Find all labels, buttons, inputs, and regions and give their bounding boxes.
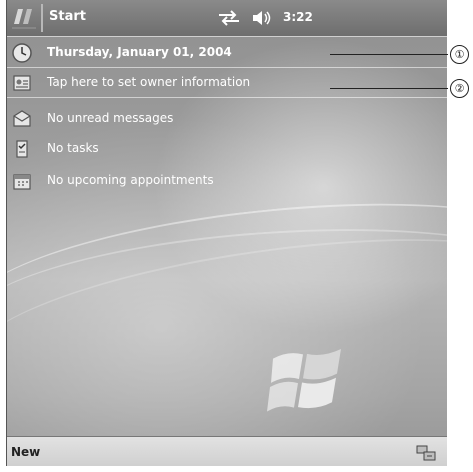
messages-label: No unread messages — [47, 111, 174, 125]
owner-info-label: Tap here to set owner information — [47, 75, 251, 89]
callout-marker: ② — [450, 79, 469, 98]
today-screen: Start 3:22 Thursday, January 01, 2004 Ta… — [6, 0, 447, 466]
background-swoosh — [7, 211, 447, 395]
today-item-owner[interactable]: Tap here to set owner information — [7, 68, 447, 98]
today-item-date[interactable]: Thursday, January 01, 2004 — [7, 38, 447, 68]
callout-line — [330, 54, 448, 55]
command-bar: New — [7, 436, 447, 466]
appointments-icon — [11, 170, 33, 192]
today-item-appointments[interactable]: No upcoming appointments — [7, 166, 447, 196]
clock[interactable]: 3:22 — [283, 10, 313, 24]
background-swoosh — [7, 179, 447, 383]
windows-logo-icon — [263, 338, 351, 418]
messages-icon — [11, 108, 33, 130]
calendar-icon — [11, 42, 33, 64]
item-divider — [7, 97, 447, 98]
title-bar: Start 3:22 — [7, 0, 447, 37]
title-separator — [41, 4, 43, 32]
new-button[interactable]: New — [11, 445, 40, 459]
background-swoosh — [7, 208, 447, 434]
tasks-label: No tasks — [47, 141, 99, 155]
connectivity-icon[interactable] — [217, 10, 241, 26]
start-menu-title[interactable]: Start — [49, 9, 86, 24]
appointments-label: No upcoming appointments — [47, 173, 214, 187]
callout-line — [330, 88, 448, 89]
callout-marker: ① — [450, 45, 469, 64]
today-item-messages[interactable]: No unread messages — [7, 104, 447, 134]
tasks-icon — [11, 138, 33, 160]
owner-icon — [11, 72, 33, 94]
input-panel-icon[interactable] — [415, 444, 437, 462]
date-label: Thursday, January 01, 2004 — [47, 45, 232, 59]
start-flag-icon[interactable] — [9, 4, 39, 32]
today-item-tasks[interactable]: No tasks — [7, 134, 447, 164]
volume-icon[interactable] — [251, 9, 273, 27]
